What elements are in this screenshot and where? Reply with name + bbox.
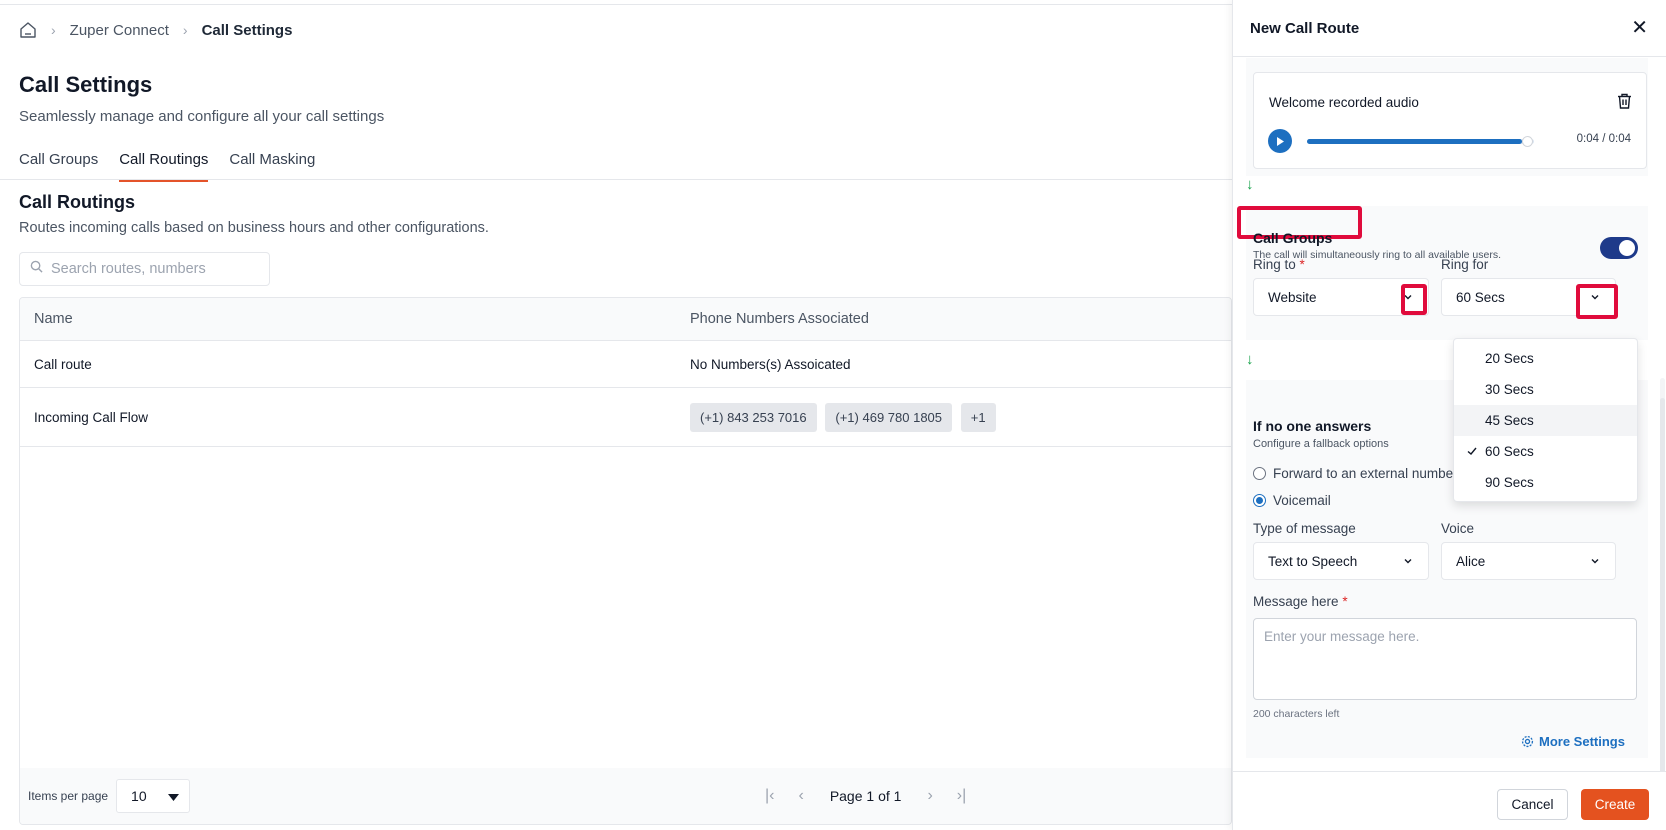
call-groups-title: Call Groups (1253, 230, 1333, 246)
chars-left: 200 characters left (1253, 708, 1340, 720)
play-button[interactable] (1268, 129, 1292, 153)
message-field[interactable] (1253, 618, 1637, 700)
chevron-right-icon: › (182, 22, 188, 38)
fallback-title: If no one answers (1253, 418, 1372, 434)
message-type-value: Text to Speech (1268, 553, 1358, 569)
call-groups-toggle[interactable] (1600, 237, 1638, 259)
check-icon (1466, 445, 1478, 460)
audio-progress[interactable] (1307, 136, 1534, 147)
drawer-title: New Call Route (1250, 19, 1360, 37)
next-page-icon[interactable]: › (927, 787, 932, 805)
items-per-page-value: 10 (131, 788, 147, 804)
items-per-page-select[interactable]: 10 (116, 779, 191, 813)
radio-button[interactable] (1253, 467, 1266, 480)
table-footer: Items per page 10 |‹ ‹ Page 1 of 1 › ›| (20, 768, 1231, 824)
phone-chip: (+1) 843 253 7016 (690, 402, 817, 432)
fallback-subtitle: Configure a fallback options (1253, 438, 1389, 450)
breadcrumb: › Zuper Connect › Call Settings (19, 18, 292, 42)
ring-for-dropdown-menu: 20 Secs 30 Secs 45 Secs 60 Secs 90 Secs (1453, 338, 1638, 502)
pagination: |‹ ‹ Page 1 of 1 › ›| (753, 768, 978, 824)
radio-forward[interactable]: Forward to an external number (1253, 466, 1458, 481)
close-icon[interactable]: ✕ (1631, 18, 1648, 38)
phone-chip: (+1) 469 780 1805 (825, 402, 953, 432)
ring-for-value: 60 Secs (1456, 289, 1505, 305)
message-input[interactable] (1264, 629, 1626, 689)
search-icon (30, 260, 43, 278)
radio-voicemail[interactable]: Voicemail (1253, 493, 1331, 508)
arrow-down-icon: ↓ (1246, 351, 1254, 368)
row-name: Incoming Call Flow (34, 409, 149, 425)
gear-icon (1521, 735, 1534, 748)
message-type-label: Type of message (1253, 521, 1356, 536)
trash-icon[interactable] (1617, 93, 1632, 114)
more-numbers-chip[interactable]: +1 (960, 402, 996, 432)
section-title: Call Routings (19, 192, 135, 212)
drawer-header: New Call Route ✕ (1233, 0, 1666, 57)
more-settings-label: More Settings (1539, 734, 1625, 749)
play-icon (1277, 136, 1284, 146)
page-subtitle: Seamlessly manage and configure all your… (19, 108, 385, 125)
section-subtitle: Routes incoming calls based on business … (19, 220, 489, 236)
audio-title: Welcome recorded audio (1269, 95, 1419, 110)
column-header-phone-numbers: Phone Numbers Associated (690, 311, 869, 327)
message-type-select[interactable]: Text to Speech (1253, 542, 1429, 580)
audio-progress-handle[interactable] (1522, 136, 1533, 147)
ring-to-label: Ring to * (1253, 257, 1305, 272)
home-icon[interactable] (19, 21, 37, 39)
highlight-box (1576, 284, 1618, 319)
breadcrumb-zuper-connect[interactable]: Zuper Connect (70, 22, 169, 39)
cancel-button[interactable]: Cancel (1497, 789, 1568, 820)
breadcrumb-call-settings: Call Settings (201, 21, 293, 39)
table-header: Name Phone Numbers Associated (20, 298, 1231, 341)
chevron-right-icon: › (51, 22, 56, 38)
toggle-knob (1619, 240, 1635, 256)
voice-select[interactable]: Alice (1441, 542, 1616, 580)
chevron-down-icon (1589, 555, 1601, 570)
audio-card: Welcome recorded audio 0:04 / 0:04 (1253, 72, 1647, 169)
items-per-page-label: Items per page (28, 789, 109, 803)
tabs-divider (0, 179, 1232, 180)
voice-value: Alice (1456, 553, 1486, 569)
dropdown-option[interactable]: 30 Secs (1454, 374, 1637, 405)
first-page-icon[interactable]: |‹ (765, 787, 774, 805)
tab-call-routings[interactable]: Call Routings (119, 148, 209, 182)
tab-call-groups[interactable]: Call Groups (19, 148, 98, 182)
radio-forward-label: Forward to an external number (1273, 466, 1458, 481)
highlight-box (1401, 284, 1427, 315)
ring-for-label: Ring for (1441, 257, 1489, 272)
page-title: Call Settings (19, 72, 153, 97)
search-input[interactable] (51, 261, 261, 277)
row-numbers: No Numbers(s) Assoicated (690, 356, 851, 372)
radio-voicemail-label: Voicemail (1273, 493, 1331, 508)
search-box (19, 252, 270, 286)
row-numbers: (+1) 843 253 7016 (+1) 469 780 1805 +1 (690, 402, 1231, 432)
dropdown-option[interactable]: 60 Secs (1454, 436, 1637, 467)
drawer-footer: Cancel Create (1233, 771, 1666, 830)
audio-time: 0:04 / 0:04 (1576, 133, 1631, 145)
chevron-down-icon (1402, 555, 1414, 570)
page-label: Page 1 of 1 (829, 788, 902, 804)
scrollbar-thumb[interactable] (1660, 398, 1665, 798)
routes-table: Name Phone Numbers Associated Call route… (19, 297, 1232, 825)
radio-button-selected[interactable] (1253, 494, 1266, 507)
dropdown-option[interactable]: 45 Secs (1454, 405, 1637, 436)
message-label: Message here * (1253, 594, 1348, 609)
tabs: Call Groups Call Routings Call Masking (19, 148, 336, 182)
dropdown-option[interactable]: 20 Secs (1454, 343, 1637, 374)
prev-page-icon[interactable]: ‹ (798, 787, 803, 805)
audio-progress-fill (1307, 139, 1522, 144)
last-page-icon[interactable]: ›| (957, 787, 966, 805)
column-header-name: Name (34, 311, 73, 327)
more-settings-link[interactable]: More Settings (1521, 734, 1625, 749)
caret-down-icon (168, 788, 180, 804)
dropdown-option[interactable]: 90 Secs (1454, 467, 1637, 498)
tab-call-masking[interactable]: Call Masking (229, 148, 315, 182)
arrow-down-icon: ↓ (1246, 176, 1254, 193)
row-name: Call route (34, 356, 92, 372)
table-row[interactable]: Incoming Call Flow (+1) 843 253 7016 (+1… (20, 388, 1231, 447)
table-row[interactable]: Call route No Numbers(s) Assoicated (20, 341, 1231, 388)
create-button[interactable]: Create (1581, 789, 1649, 820)
voice-label: Voice (1441, 521, 1475, 536)
ring-to-value: Website (1268, 289, 1317, 305)
